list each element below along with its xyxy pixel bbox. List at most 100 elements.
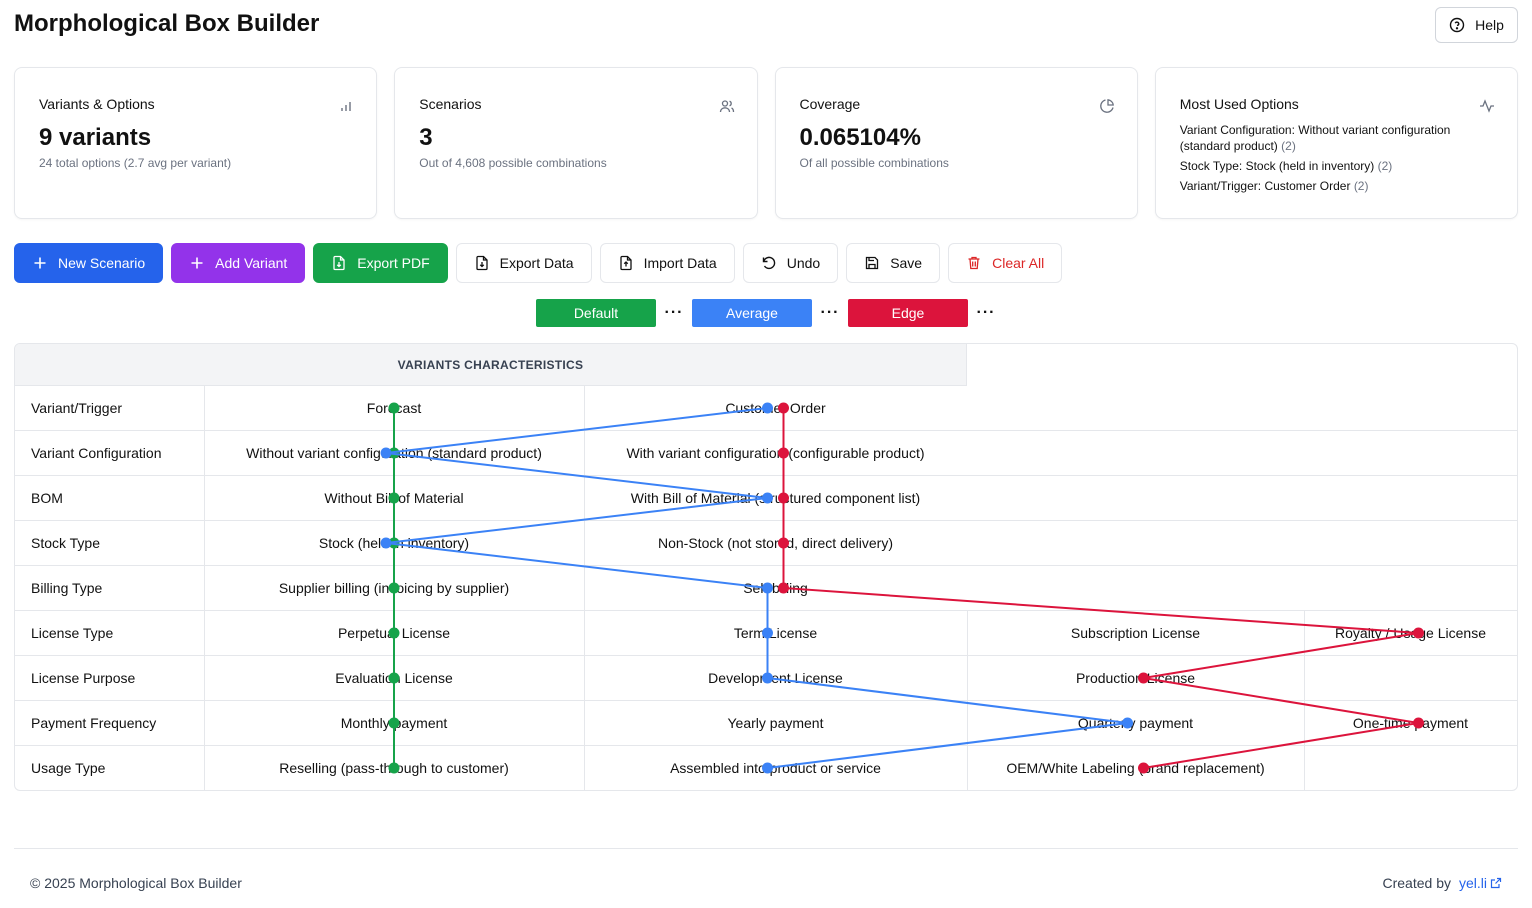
scenario-bar: Default ··· Average ··· Edge ··· — [536, 299, 1004, 327]
pie-chart-icon — [1099, 99, 1114, 113]
box-row: Usage Type Reselling (pass-through to cus… — [15, 746, 1517, 790]
box-row: License Purpose Evaluation License Develop… — [15, 656, 1517, 701]
stats-row: Variants & Options 9 variants 24 total o… — [14, 67, 1518, 219]
created-by-label: Created by — [1382, 875, 1451, 891]
option-cell[interactable]: Without variant configuration (standard … — [204, 431, 584, 475]
option-cell[interactable]: Non-Stock (not stored, direct delivery) — [584, 521, 967, 565]
most-used-item: Variant/Trigger: Customer Order (2) — [1179, 179, 1369, 193]
option-cell[interactable]: OEM/White Labeling (brand replacement) — [967, 746, 1304, 790]
option-cell[interactable]: Assembled into product or service — [584, 746, 967, 790]
help-label: Help — [1475, 17, 1504, 33]
save-button[interactable]: Save — [846, 243, 941, 283]
bar-chart-icon — [341, 102, 351, 111]
activity-icon — [1480, 99, 1494, 113]
most-used-list: Variant Configuration: Without variant c… — [1180, 122, 1493, 194]
box-row: Variant Configuration Without variant con… — [15, 431, 1517, 476]
card-title: Scenarios — [419, 96, 482, 112]
most-used-card: Most Used Options Variant Configuration:… — [1154, 67, 1518, 219]
plus-icon — [34, 257, 46, 269]
most-used-item: Stock Type: Stock (held in inventory) (2… — [1179, 159, 1393, 173]
option-cell[interactable]: Without Bill of Material — [204, 476, 584, 520]
most-used-item: Variant Configuration: Without variant c… — [1179, 123, 1451, 153]
characteristic-label: Payment Frequency — [31, 715, 157, 731]
card-title: Most Used Options — [1179, 96, 1299, 112]
more-icon[interactable]: ··· — [812, 299, 848, 327]
card-value: 3 — [419, 124, 433, 151]
file-download-icon — [475, 255, 488, 271]
export-data-button[interactable]: Export Data — [455, 243, 592, 283]
option-cell[interactable]: Yearly payment — [584, 701, 967, 745]
characteristic-label: Variant/Trigger — [31, 400, 123, 416]
users-icon — [719, 100, 734, 113]
more-icon[interactable]: ··· — [968, 299, 1004, 327]
clear-all-button[interactable]: Clear All — [948, 243, 1063, 283]
scenario-tag-average[interactable]: Average — [692, 299, 812, 327]
file-download-icon — [333, 255, 345, 271]
scenario-tag-default[interactable]: Default — [536, 299, 656, 327]
morphological-box: VARIANTS CHARACTERISTICS Variant/Trigger… — [14, 343, 1518, 791]
author-link[interactable]: yel.li — [1459, 875, 1502, 891]
created-by: Created by yel.li — [1383, 875, 1503, 891]
option-cell[interactable]: Supplier billing (invoicing by supplier) — [204, 566, 584, 610]
footer-divider — [14, 848, 1518, 849]
save-icon — [866, 256, 879, 270]
option-cell[interactable]: Self-billing — [584, 566, 967, 610]
box-header: VARIANTS CHARACTERISTICS — [15, 344, 967, 386]
scenarios-card: Scenarios 3 Out of 4,608 possible combin… — [394, 67, 758, 219]
option-cell[interactable]: Evaluation License — [204, 656, 584, 700]
card-value: 9 variants — [39, 124, 152, 151]
coverage-card: Coverage 0.065104% Of all possible combi… — [774, 67, 1138, 219]
option-cell[interactable]: Forecast — [204, 386, 584, 430]
option-cell[interactable]: Development License — [584, 656, 967, 700]
more-icon[interactable]: ··· — [656, 299, 692, 327]
option-cell[interactable]: Stock (held in inventory) — [204, 521, 584, 565]
card-subtext: 24 total options (2.7 avg per variant) — [39, 156, 232, 170]
box-row: Billing Type Supplier billing (invoicing … — [15, 566, 1517, 611]
external-link-icon — [1490, 877, 1502, 889]
copyright: © 2025 Morphological Box Builder — [30, 875, 242, 891]
option-cell[interactable]: With Bill of Material (structured compon… — [584, 476, 967, 520]
card-title: Coverage — [799, 96, 861, 112]
option-cell[interactable]: Reselling (pass-through to customer) — [204, 746, 584, 790]
scenario-tag-edge[interactable]: Edge — [848, 299, 968, 327]
undo-icon — [762, 256, 775, 270]
variants-card: Variants & Options 9 variants 24 total o… — [14, 67, 378, 219]
help-icon — [1449, 17, 1465, 33]
plus-icon — [191, 257, 203, 269]
characteristic-label: License Purpose — [31, 670, 136, 686]
characteristic-label: Usage Type — [31, 760, 106, 776]
characteristic-label: BOM — [31, 490, 63, 506]
option-cell[interactable]: With variant configuration (configurable… — [584, 431, 967, 475]
undo-button[interactable]: Undo — [742, 243, 839, 283]
app-title: Morphological Box Builder — [14, 10, 320, 37]
option-cell[interactable]: One-time payment — [1304, 701, 1517, 745]
box-row: Payment Frequency Monthly payment Yearly p… — [15, 701, 1517, 746]
characteristic-label: License Type — [31, 625, 114, 641]
trash-icon — [968, 256, 980, 270]
box-row: BOM Without Bill of Material With Bill of … — [15, 476, 1517, 521]
option-cell[interactable]: Quarterly payment — [967, 701, 1304, 745]
option-cell[interactable]: Production License — [967, 656, 1304, 700]
import-data-button[interactable]: Import Data — [599, 243, 735, 283]
option-cell[interactable]: Perpetual License — [204, 611, 584, 655]
export-pdf-button[interactable]: Export PDF — [313, 243, 448, 283]
help-button[interactable]: Help — [1435, 7, 1518, 43]
characteristic-label: Variant Configuration — [31, 445, 162, 461]
card-subtext: Of all possible combinations — [799, 156, 949, 170]
add-variant-button[interactable]: Add Variant — [171, 243, 306, 283]
characteristic-label: Stock Type — [31, 535, 101, 551]
box-row: Variant/Trigger Forecast Customer Order — [15, 386, 1517, 431]
box-row: License Type Perpetual License Term Licens… — [15, 611, 1517, 656]
option-cell[interactable]: Term License — [584, 611, 967, 655]
toolbar: New Scenario Add Variant Export PDF Expo… — [14, 243, 1063, 283]
option-cell[interactable]: Subscription License — [967, 611, 1304, 655]
option-cell[interactable]: Customer Order — [584, 386, 967, 430]
file-upload-icon — [619, 255, 632, 271]
box-row: Stock Type Stock (held in inventory) Non-S… — [15, 521, 1517, 566]
card-value: 0.065104% — [799, 124, 921, 151]
new-scenario-button[interactable]: New Scenario — [14, 243, 164, 283]
characteristic-label: Billing Type — [31, 580, 103, 596]
option-cell[interactable]: Monthly payment — [204, 701, 584, 745]
option-cell[interactable]: Royalty / Usage License — [1304, 611, 1517, 655]
card-subtext: Out of 4,608 possible combinations — [419, 156, 607, 170]
